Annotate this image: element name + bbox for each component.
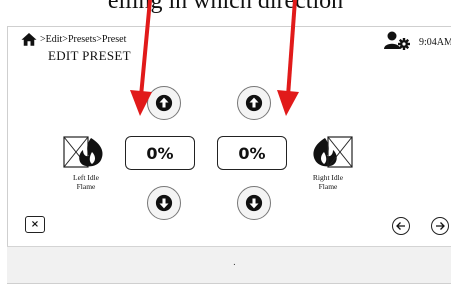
right-flame-label: Right Idle Flame [312, 173, 344, 191]
back-button[interactable] [392, 217, 410, 235]
close-button[interactable]: × [25, 216, 45, 233]
clock: 9:04AM [419, 37, 451, 48]
flame-icon [63, 136, 103, 168]
arrow-right-icon [436, 222, 445, 230]
arrow-left-icon [396, 222, 405, 230]
forward-button[interactable] [431, 217, 449, 235]
right-up-button[interactable] [237, 86, 271, 120]
footer-text: . [233, 257, 236, 268]
arrow-down-icon [155, 194, 173, 212]
breadcrumb-text[interactable]: >Edit>Presets>Preset [40, 34, 126, 45]
right-down-button[interactable] [237, 186, 271, 220]
left-value-field[interactable]: 0% [125, 136, 195, 170]
page-title: EDIT PRESET [48, 48, 131, 63]
arrow-up-icon [245, 94, 263, 112]
annotation-arrow-left [130, 0, 152, 116]
left-down-button[interactable] [147, 186, 181, 220]
home-icon[interactable] [20, 31, 38, 47]
arrow-down-icon [245, 194, 263, 212]
flame-icon [313, 136, 353, 168]
footer-bar: . [7, 246, 451, 283]
left-flame-label: Left Idle Flame [72, 173, 100, 191]
top-caption: elling in which direction [107, 0, 344, 14]
right-value-field[interactable]: 0% [217, 136, 287, 170]
breadcrumb: >Edit>Presets>Preset [20, 31, 126, 47]
user-gear-icon[interactable] [383, 30, 411, 50]
annotation-arrow-right [277, 0, 299, 116]
